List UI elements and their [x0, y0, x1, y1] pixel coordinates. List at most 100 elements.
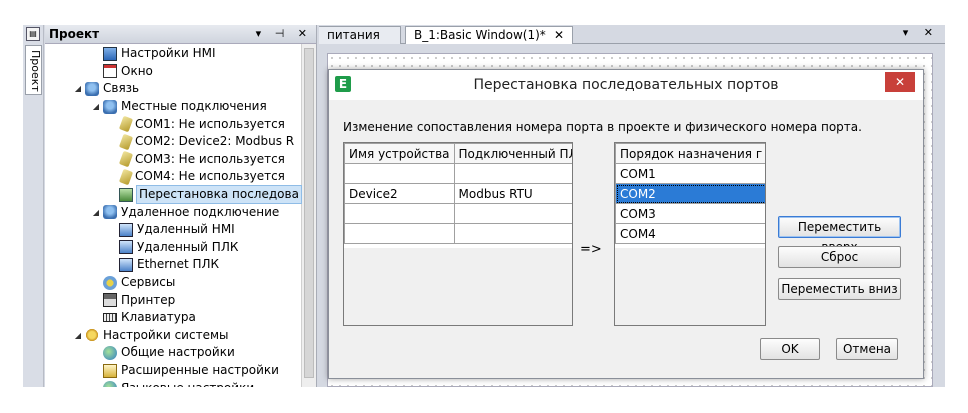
tree-item[interactable]: Сервисы	[91, 274, 175, 292]
tree-scrollbar[interactable]	[301, 44, 316, 387]
tab-power[interactable]: питания	[319, 26, 401, 44]
reset-button[interactable]: Сброс	[778, 246, 901, 268]
system-settings-icon	[85, 328, 99, 343]
tree-item[interactable]: COM2: Device2: Modbus R	[107, 133, 294, 151]
tree-item-label: Принтер	[121, 292, 176, 307]
table-cell: Modbus RTU	[453, 183, 572, 204]
window-icon	[103, 64, 117, 79]
list-item[interactable]: COM3	[615, 203, 765, 224]
tree-item-label: Окно	[121, 63, 153, 78]
com-port-icon	[118, 133, 134, 151]
tree-item[interactable]: ◢ Местные подключения	[91, 98, 267, 116]
tree-item-label: COM1: Не используется	[135, 116, 285, 131]
expand-arrow-icon[interactable]: ◢	[73, 80, 83, 97]
cancel-button[interactable]: Отмена	[836, 338, 898, 360]
list-item[interactable]: COM1	[615, 163, 765, 184]
com-port-icon	[118, 115, 134, 133]
table-cell	[453, 223, 572, 244]
tree-item[interactable]: Удаленный HMI	[107, 221, 235, 239]
tree-item[interactable]: Удаленный ПЛК	[107, 239, 238, 257]
tree-item[interactable]: Настройки HMI	[91, 45, 216, 63]
tree-item-label: Ethernet ПЛК	[137, 257, 220, 272]
project-tree[interactable]: Настройки HMI Окно ◢ Связь ◢ Местные подключе…	[45, 44, 316, 387]
general-settings-icon	[103, 345, 117, 360]
printer-icon	[103, 293, 117, 308]
tree-item[interactable]: Общие настройки	[91, 344, 235, 362]
tree-item[interactable]: COM4: Не используется	[107, 168, 285, 186]
document-tab-bar: питания B_1:Basic Window(1)* ✕ ▾ ✕	[319, 25, 945, 44]
tree-item[interactable]: Расширенные настройки	[91, 362, 279, 380]
tree-item-label: Расширенные настройки	[121, 363, 279, 378]
mapping-arrow: =>	[580, 242, 602, 257]
dialog-body: Изменение сопоставления номера порта в п…	[329, 100, 923, 378]
device-table[interactable]: Имя устройства Подключенный ПЛ Device2 M…	[343, 142, 573, 326]
tree-item[interactable]: Ethernet ПЛК	[107, 256, 219, 274]
tree-item[interactable]: Перестановка последова	[107, 185, 302, 205]
tree-item-label: COM3: Не используется	[135, 151, 285, 166]
tree-item-label: Местные подключения	[121, 99, 267, 114]
app-window: ▤ Проект Проект ▾ ⊣ ✕ Настройки HMI Окно ◢…	[23, 25, 945, 387]
tree-item[interactable]: ◢ Удаленное подключение	[91, 203, 279, 221]
table-cell	[344, 203, 455, 224]
dialog-close-button[interactable]: ✕	[885, 72, 915, 92]
list-item[interactable]: COM2	[615, 183, 765, 204]
column-header-connected-plc[interactable]: Подключенный ПЛ	[453, 143, 572, 164]
move-down-button[interactable]: Переместить вниз	[778, 278, 901, 300]
tree-item[interactable]: ◢ Настройки системы	[73, 327, 228, 345]
project-strip-icon[interactable]: ▤	[26, 27, 40, 41]
tree-item[interactable]: ◢ Связь	[73, 80, 139, 98]
tree-item-label: Сервисы	[121, 275, 176, 290]
tree-item[interactable]: Окно	[91, 63, 153, 81]
tab-basic-window[interactable]: B_1:Basic Window(1)* ✕	[405, 26, 573, 44]
dialog-description: Изменение сопоставления номера порта в п…	[343, 120, 862, 134]
tree-scrollbar-thumb[interactable]	[304, 48, 314, 378]
list-item[interactable]: COM4	[615, 223, 765, 244]
tree-item-label: Клавиатура	[121, 310, 196, 325]
expand-arrow-icon[interactable]: ◢	[73, 327, 83, 344]
table-row[interactable]	[344, 203, 572, 224]
expand-arrow-icon[interactable]: ◢	[91, 98, 101, 115]
remote-connection-icon	[103, 205, 117, 220]
panel-controls[interactable]: ▾ ⊣ ✕	[256, 25, 312, 43]
tree-item[interactable]: COM1: Не используется	[107, 115, 285, 133]
tab-power-label: питания	[327, 28, 380, 42]
keyboard-icon	[103, 313, 117, 323]
tree-item[interactable]: Языковые настройки	[91, 379, 254, 387]
com-port-icon	[118, 168, 134, 186]
project-side-tab[interactable]: Проект	[25, 45, 42, 95]
ok-button[interactable]: OK	[760, 338, 820, 360]
port-cell: COM4	[615, 223, 765, 244]
com-port-icon	[118, 151, 134, 168]
port-cell-selected: COM2	[615, 183, 765, 204]
local-connection-icon	[103, 99, 117, 114]
remote-plc-icon	[119, 240, 133, 255]
tree-item[interactable]: Клавиатура	[91, 309, 196, 327]
tree-item-label: Настройки HMI	[121, 46, 216, 61]
column-header-port-order[interactable]: Порядок назначения г	[615, 143, 765, 164]
tree-item-label: Удаленный ПЛК	[137, 239, 239, 254]
table-row[interactable]	[344, 163, 572, 184]
project-panel-header: Проект ▾ ⊣ ✕	[45, 25, 316, 44]
tree-item-label: Удаленный HMI	[137, 222, 235, 237]
tree-item[interactable]: Принтер	[91, 291, 175, 309]
table-row[interactable]: Device2 Modbus RTU	[344, 183, 572, 204]
list-empty-area	[615, 248, 765, 325]
tabbar-controls[interactable]: ▾ ✕	[903, 26, 939, 39]
column-header-device-name[interactable]: Имя устройства	[344, 143, 455, 164]
table-cell	[344, 163, 455, 184]
language-settings-icon	[103, 381, 117, 387]
ethernet-plc-icon	[119, 257, 133, 272]
tree-item-label: Перестановка последова	[136, 185, 302, 205]
expand-arrow-icon[interactable]: ◢	[91, 204, 101, 221]
move-up-button[interactable]: Переместить вверх	[778, 216, 901, 254]
hmi-settings-icon	[103, 46, 117, 61]
tab-basic-window-label: B_1:Basic Window(1)*	[414, 28, 546, 42]
services-icon	[103, 275, 117, 290]
table-empty-area	[344, 248, 572, 325]
table-row[interactable]	[344, 223, 572, 244]
tab-close-icon[interactable]: ✕	[554, 27, 564, 44]
tree-item-label: Удаленное подключение	[121, 204, 280, 219]
tree-item[interactable]: COM3: Не используется	[107, 151, 285, 169]
port-order-list[interactable]: Порядок назначения г COM1 COM2 COM3 COM4	[614, 142, 766, 326]
project-panel-title: Проект	[49, 27, 100, 41]
